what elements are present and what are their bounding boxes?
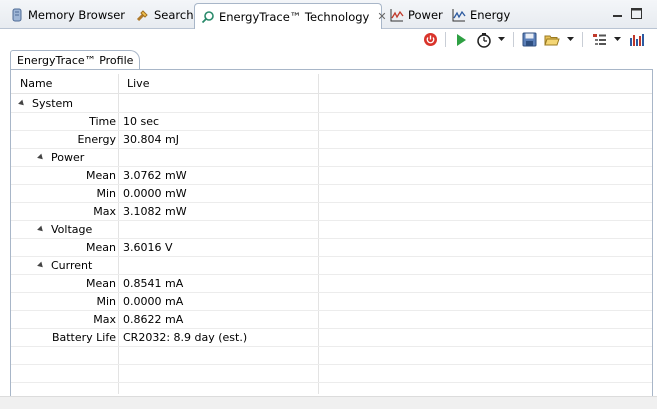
name-cell: Mean	[86, 167, 116, 185]
flashlight-icon	[136, 8, 150, 22]
power-graph-icon	[390, 8, 404, 22]
name-cell: Max	[93, 203, 116, 221]
row-label: Max	[93, 205, 116, 218]
table-header: Name Live	[11, 74, 652, 94]
expand-arrow-icon[interactable]	[37, 225, 45, 233]
open-dropdown-icon[interactable]	[565, 31, 575, 48]
name-cell: Battery Life	[52, 329, 116, 347]
row-label: Current	[51, 259, 93, 272]
view-tab-bar: Memory Browser Search EnergyTrace™ Techn…	[0, 0, 657, 29]
row-label: Power	[51, 151, 85, 164]
value-cell: 0.0000 mA	[123, 295, 184, 308]
toolbar-separator	[582, 32, 583, 47]
table-row[interactable]: System	[11, 95, 652, 113]
tab-memory-browser[interactable]: Memory Browser	[4, 3, 131, 27]
play-icon[interactable]	[452, 31, 469, 48]
table-row[interactable]: Current	[11, 257, 652, 275]
value-cell: 3.0762 mW	[123, 169, 187, 182]
table-row[interactable]: Voltage	[11, 221, 652, 239]
tab-energytrace[interactable]: EnergyTrace™ Technology ✕	[194, 3, 387, 29]
value-cell: 10 sec	[123, 115, 160, 128]
minimize-icon[interactable]	[611, 7, 624, 20]
name-cell: Max	[93, 311, 116, 329]
expand-arrow-icon[interactable]	[37, 261, 45, 269]
value-cell: CR2032: 8.9 day (est.)	[123, 331, 248, 344]
view-options-dropdown-icon[interactable]	[612, 31, 622, 48]
maximize-icon[interactable]	[630, 7, 643, 20]
tab-label: Power	[408, 8, 443, 22]
table-row[interactable]: Battery Life CR2032: 8.9 day (est.)	[11, 329, 652, 347]
row-label: System	[32, 97, 74, 110]
energytrace-icon	[201, 10, 215, 24]
row-label: Battery Life	[51, 331, 116, 344]
bar-graph-icon[interactable]	[628, 31, 646, 48]
row-label: Min	[96, 187, 116, 200]
memory-icon	[10, 8, 24, 22]
row-label: Min	[96, 295, 116, 308]
table-row[interactable]	[11, 347, 652, 365]
tab-label: Energy	[470, 8, 511, 22]
row-label: Energy	[77, 133, 116, 146]
table-row[interactable]: Mean 3.0762 mW	[11, 167, 652, 185]
toolbar-separator	[445, 32, 446, 47]
value-cell: 3.6016 V	[123, 241, 173, 254]
toolbar-separator	[513, 32, 514, 47]
expand-arrow-icon[interactable]	[37, 153, 45, 161]
view-toolbar	[0, 29, 657, 50]
tab-label: EnergyTrace™ Technology	[219, 9, 370, 24]
tab-power[interactable]: Power	[384, 3, 449, 27]
value-cell: 0.8622 mA	[123, 313, 184, 326]
row-label: Mean	[86, 277, 116, 290]
value-cell: 3.1082 mW	[123, 205, 187, 218]
name-cell: Mean	[86, 275, 116, 293]
table-row[interactable]: Power	[11, 149, 652, 167]
profile-table: Name Live System Time 10 sec Energy 30.804 m…	[10, 70, 653, 396]
row-label: Voltage	[51, 223, 93, 236]
row-label: Mean	[86, 241, 116, 254]
name-cell: Voltage	[37, 221, 93, 239]
stopwatch-icon[interactable]	[474, 31, 494, 48]
save-icon[interactable]	[520, 31, 538, 48]
name-cell: Mean	[86, 239, 116, 257]
energy-graph-icon	[452, 8, 466, 22]
view-options-icon[interactable]	[590, 31, 608, 48]
name-cell: Power	[37, 149, 85, 167]
tab-energy[interactable]: Energy	[446, 3, 516, 27]
table-row[interactable]: Energy 30.804 mJ	[11, 131, 652, 149]
name-cell: Min	[96, 293, 116, 311]
expand-arrow-icon[interactable]	[18, 99, 26, 107]
stop-icon[interactable]	[422, 31, 439, 48]
value-cell: 0.0000 mW	[123, 187, 187, 200]
column-header-name[interactable]: Name	[11, 74, 118, 94]
table-row[interactable]: Min 0.0000 mA	[11, 293, 652, 311]
tab-label: Search	[154, 8, 194, 22]
tab-energytrace-profile[interactable]: EnergyTrace™ Profile	[10, 50, 141, 69]
row-label: Mean	[86, 169, 116, 182]
name-cell: Time	[89, 113, 116, 131]
value-cell: 0.8541 mA	[123, 277, 184, 290]
tab-label: Memory Browser	[28, 8, 126, 22]
name-cell: Energy	[77, 131, 116, 149]
stopwatch-dropdown-icon[interactable]	[496, 31, 506, 48]
table-row[interactable]	[11, 365, 652, 383]
table-row[interactable]: Max 0.8622 mA	[11, 311, 652, 329]
table-row[interactable]: Time 10 sec	[11, 113, 652, 131]
tab-search[interactable]: Search	[130, 3, 200, 27]
table-row[interactable]: Mean 3.6016 V	[11, 239, 652, 257]
row-label: Time	[89, 115, 116, 128]
horizontal-scrollbar[interactable]	[0, 396, 657, 409]
table-row[interactable]: Min 0.0000 mW	[11, 185, 652, 203]
open-folder-icon[interactable]	[543, 31, 561, 48]
column-header-live[interactable]: Live	[118, 74, 318, 94]
name-cell: System	[18, 95, 74, 113]
table-row[interactable]: Max 3.1082 mW	[11, 203, 652, 221]
value-cell: 30.804 mJ	[123, 133, 179, 146]
table-row[interactable]: Mean 0.8541 mA	[11, 275, 652, 293]
row-label: Max	[93, 313, 116, 326]
inner-tab-label: EnergyTrace™ Profile	[17, 53, 134, 67]
name-cell: Min	[96, 185, 116, 203]
name-cell: Current	[37, 257, 93, 275]
